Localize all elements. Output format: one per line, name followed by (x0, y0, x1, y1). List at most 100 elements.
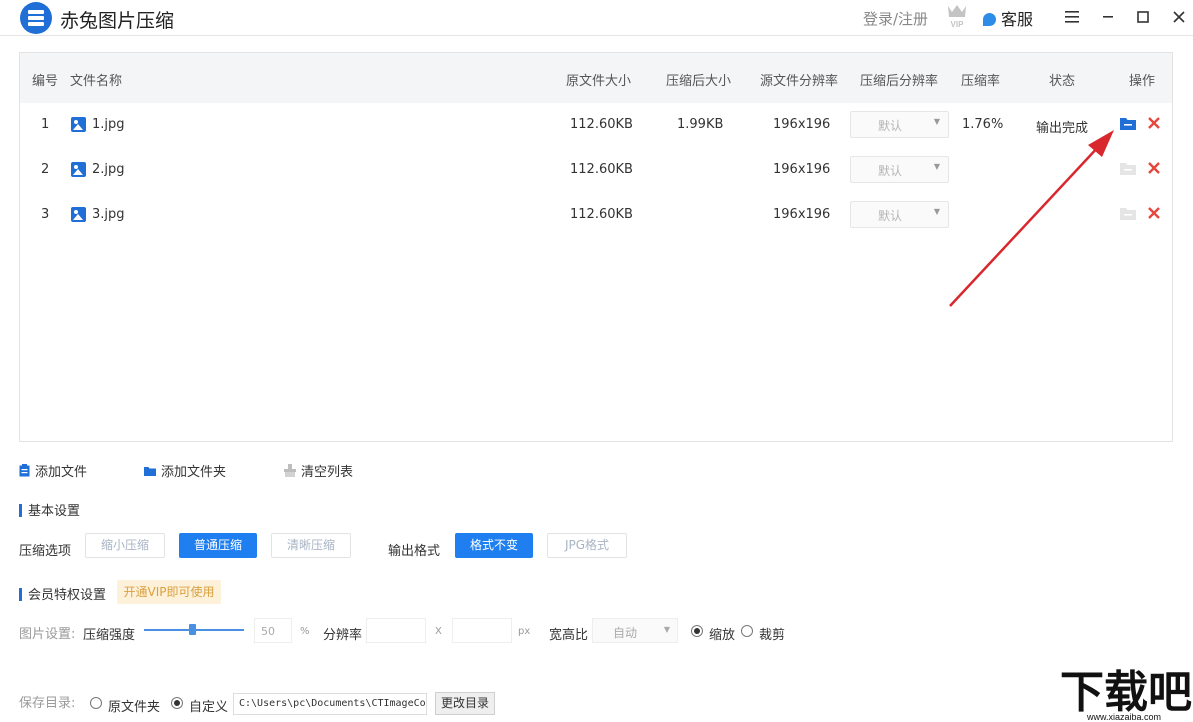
row-source-resolution: 196x196 (773, 207, 831, 222)
svg-text:www.xiazaiba.com: www.xiazaiba.com (1086, 712, 1161, 722)
row-compressed-size: 1.99KB (677, 117, 724, 132)
title-bar: 赤兔图片压缩 登录/注册 VIP 客服 (0, 0, 1193, 36)
px-unit: px (518, 626, 531, 637)
image-file-icon (71, 207, 86, 222)
row-index: 1 (41, 117, 50, 132)
target-resolution-select[interactable]: 默认 ▼ (850, 201, 949, 228)
output-format-label: 输出格式 (388, 544, 441, 559)
delete-icon[interactable] (1147, 116, 1161, 130)
clear-compress-button[interactable]: 清晰压缩 (271, 533, 351, 558)
save-path-input[interactable]: C:\Users\pc\Documents\CTImageCo (233, 693, 427, 715)
resolution-separator: X (435, 626, 442, 637)
minimize-icon[interactable] (1097, 6, 1119, 28)
crop-radio[interactable] (741, 625, 753, 637)
svg-text:下载吧: 下载吧 (1060, 667, 1192, 718)
select-value: 默认 (878, 209, 903, 223)
row-source-resolution: 196x196 (773, 117, 831, 132)
clipboard-icon (19, 464, 30, 477)
change-dir-button[interactable]: 更改目录 (435, 692, 495, 715)
scale-label: 缩放 (709, 628, 736, 643)
chevron-down-icon: ▼ (663, 625, 670, 634)
custom-folder-label: 自定义 (189, 700, 229, 715)
maximize-icon[interactable] (1132, 6, 1154, 28)
menu-icon[interactable] (1061, 6, 1083, 28)
image-file-icon (71, 117, 86, 132)
header-status: 状态 (1049, 74, 1076, 89)
add-folder-button[interactable]: 添加文件夹 (144, 461, 226, 480)
add-folder-label: 添加文件夹 (161, 465, 227, 480)
row-filename: 3.jpg (92, 207, 125, 222)
close-window-icon[interactable] (1168, 6, 1190, 28)
folder-icon (144, 467, 156, 476)
row-original-size: 112.60KB (570, 207, 633, 222)
open-vip-badge[interactable]: 开通VIP即可使用 (117, 580, 221, 604)
crop-label: 裁剪 (759, 628, 786, 643)
basic-settings-label: 基本设置 (28, 504, 81, 519)
percent-unit: % (300, 626, 310, 637)
shrink-compress-button[interactable]: 缩小压缩 (85, 533, 165, 558)
app-logo-icon (20, 2, 52, 34)
clear-list-label: 清空列表 (301, 465, 354, 480)
resolution-label: 分辨率 (323, 628, 363, 643)
delete-icon[interactable] (1147, 206, 1161, 220)
aspect-value: 自动 (613, 626, 638, 640)
target-resolution-select[interactable]: 默认 ▼ (850, 156, 949, 183)
original-folder-label: 原文件夹 (108, 700, 161, 715)
header-index: 编号 (32, 74, 59, 89)
open-folder-icon[interactable] (1119, 116, 1137, 131)
aspect-select[interactable]: 自动 ▼ (592, 618, 678, 643)
annotation-arrow (949, 130, 1114, 307)
customer-service-button[interactable]: 客服 (983, 6, 1033, 30)
svg-text:VIP: VIP (951, 20, 965, 29)
scale-radio[interactable] (691, 625, 703, 637)
open-folder-icon (1120, 163, 1136, 175)
row-original-size: 112.60KB (570, 117, 633, 132)
row-source-resolution: 196x196 (773, 162, 831, 177)
delete-icon[interactable] (1147, 161, 1161, 175)
row-filename: 2.jpg (92, 162, 125, 177)
member-settings-label: 会员特权设置 (28, 588, 107, 603)
header-target-resolution: 压缩后分辨率 (860, 74, 939, 89)
image-settings-label: 图片设置: (19, 627, 76, 642)
strength-label: 压缩强度 (83, 628, 136, 643)
select-value: 默认 (878, 164, 903, 178)
compress-option-label: 压缩选项 (19, 544, 72, 559)
save-dir-label: 保存目录: (19, 696, 76, 711)
header-source-resolution: 源文件分辨率 (760, 74, 839, 89)
normal-compress-button[interactable]: 普通压缩 (179, 533, 257, 558)
header-compressed-size: 压缩后大小 (666, 74, 732, 89)
header-ratio: 压缩率 (961, 74, 1001, 89)
broom-icon (284, 464, 296, 477)
clear-list-button[interactable]: 清空列表 (284, 461, 353, 480)
jpg-format-button[interactable]: JPG格式 (547, 533, 627, 558)
add-file-label: 添加文件 (35, 465, 88, 480)
select-value: 默认 (878, 119, 903, 133)
vip-crown-icon[interactable]: VIP (945, 2, 969, 30)
header-actions: 操作 (1129, 74, 1156, 89)
table-header: 编号 文件名称 原文件大小 压缩后大小 源文件分辨率 压缩后分辨率 压缩率 状态… (20, 53, 1172, 103)
custom-folder-radio[interactable] (171, 697, 183, 709)
row-original-size: 112.60KB (570, 162, 633, 177)
aspect-label: 宽高比 (549, 628, 589, 643)
image-file-icon (71, 162, 86, 177)
header-original-size: 原文件大小 (566, 74, 632, 89)
login-link[interactable]: 登录/注册 (863, 8, 928, 29)
app-title: 赤兔图片压缩 (60, 10, 175, 32)
width-input[interactable] (366, 618, 426, 643)
target-resolution-select[interactable]: 默认 ▼ (850, 111, 949, 138)
strength-value: 50 (261, 625, 275, 638)
add-file-button[interactable]: 添加文件 (19, 461, 87, 480)
open-folder-icon (1120, 208, 1136, 220)
row-index: 3 (41, 207, 50, 222)
row-filename: 1.jpg (92, 117, 125, 132)
header-filename: 文件名称 (70, 74, 123, 89)
row-index: 2 (41, 162, 50, 177)
original-folder-radio[interactable] (90, 697, 102, 709)
keep-format-button[interactable]: 格式不变 (455, 533, 533, 558)
height-input[interactable] (452, 618, 512, 643)
service-label: 客服 (1001, 10, 1034, 29)
member-settings-title: 会员特权设置 (19, 584, 106, 603)
strength-input[interactable]: 50 (254, 618, 292, 643)
strength-slider-handle[interactable] (189, 624, 196, 635)
basic-settings-title: 基本设置 (19, 500, 80, 519)
